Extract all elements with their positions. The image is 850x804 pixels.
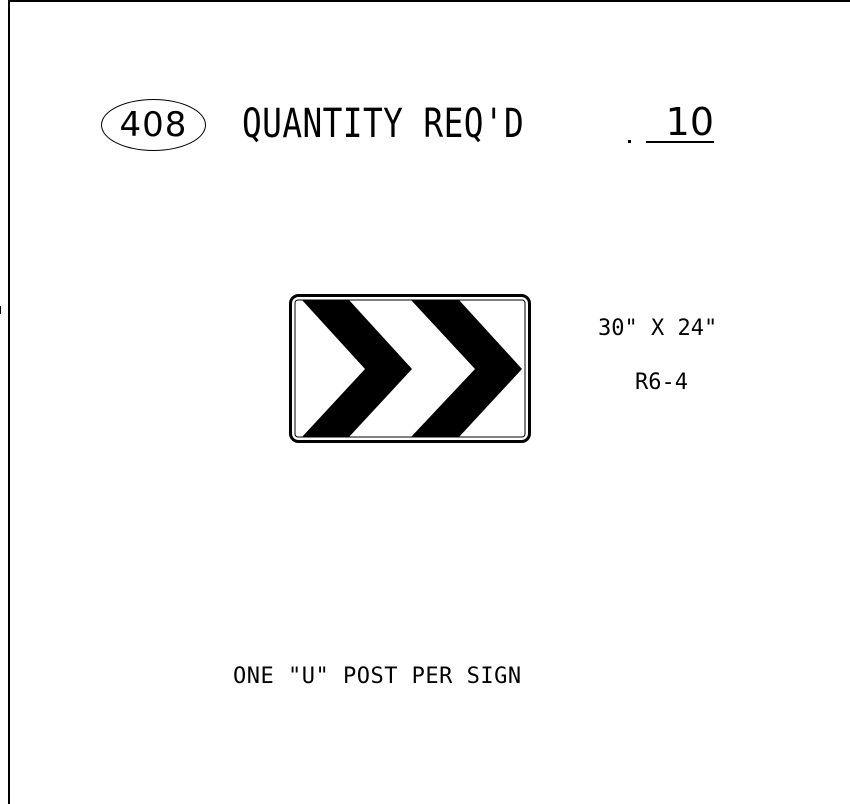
edge-tick-mark: [0, 306, 5, 314]
sheet-number: 408: [119, 105, 188, 145]
quantity-value: 10: [665, 100, 714, 144]
post-note: ONE "U" POST PER SIGN: [233, 664, 522, 689]
sign-code-label: R6-4: [635, 370, 688, 395]
quantity-label: QUANTITY REQ'D: [242, 101, 525, 147]
quantity-leader-dot: [628, 140, 631, 143]
sheet-border-top: [8, 0, 850, 2]
sheet-border-left: [8, 0, 10, 804]
quantity-underline: [646, 141, 714, 143]
double-chevron-right-icon: [289, 294, 531, 443]
sign-size-label: 30" X 24": [598, 316, 718, 341]
sheet-number-oval: 408: [101, 99, 206, 151]
